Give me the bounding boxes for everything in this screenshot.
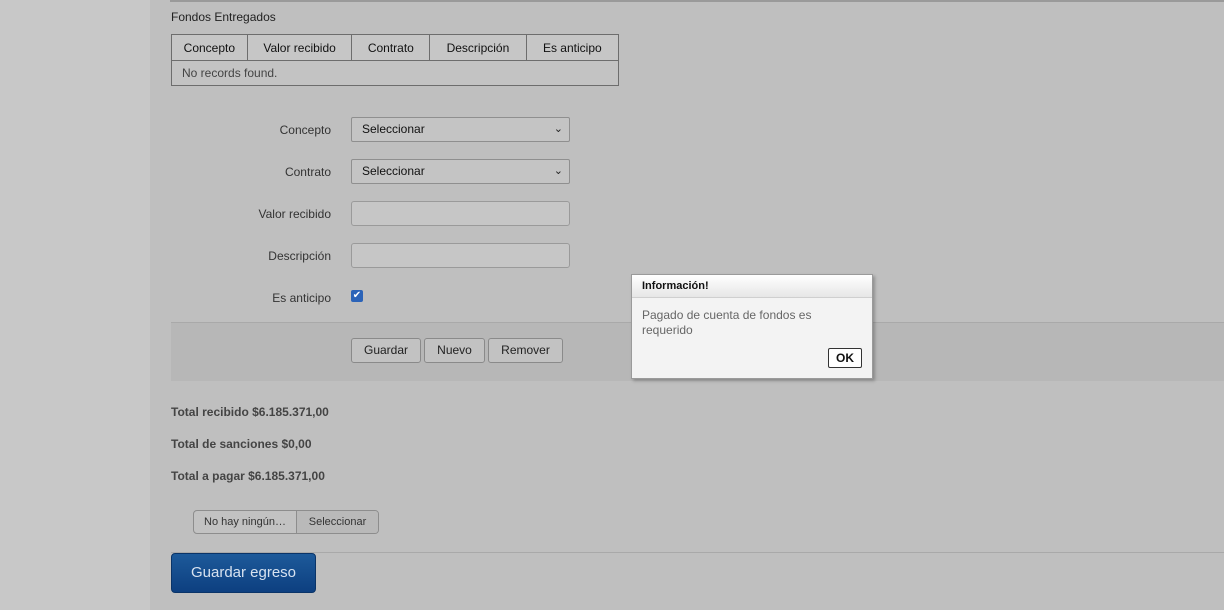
dialog-title: Información! bbox=[632, 275, 872, 298]
concepto-value: Seleccionar bbox=[362, 122, 425, 136]
section-title: Fondos Entregados bbox=[171, 10, 276, 24]
dialog-message: Pagado de cuenta de fondos es requerido bbox=[642, 308, 812, 337]
es-anticipo-label: Es anticipo bbox=[272, 291, 331, 305]
file-name: No hay ningún… bbox=[194, 511, 297, 533]
remover-button[interactable]: Remover bbox=[488, 338, 563, 363]
left-gutter bbox=[0, 0, 150, 610]
empty-message: No records found. bbox=[171, 60, 619, 86]
descripcion-input[interactable] bbox=[351, 243, 570, 268]
contrato-value: Seleccionar bbox=[362, 164, 425, 178]
file-select-button[interactable]: Seleccionar bbox=[297, 511, 378, 533]
fondos-table: Concepto Valor recibido Contrato Descrip… bbox=[171, 34, 620, 86]
valor-recibido-label: Valor recibido bbox=[258, 207, 331, 221]
info-dialog: Información! Pagado de cuenta de fondos … bbox=[631, 274, 873, 379]
concepto-select[interactable]: Seleccionar ⌄ bbox=[351, 117, 570, 142]
guardar-button[interactable]: Guardar bbox=[351, 338, 421, 363]
valor-recibido-input[interactable] bbox=[351, 201, 570, 226]
column-header[interactable]: Valor recibido bbox=[246, 34, 353, 61]
chevron-down-icon: ⌄ bbox=[553, 165, 563, 177]
ok-button[interactable]: OK bbox=[828, 348, 862, 368]
contrato-select[interactable]: Seleccionar ⌄ bbox=[351, 159, 570, 184]
checkmark-icon: ✔ bbox=[352, 290, 362, 301]
total-sanciones: Total de sanciones $0,00 bbox=[171, 437, 312, 451]
guardar-egreso-button[interactable]: Guardar egreso bbox=[171, 553, 316, 593]
table-row: No records found. bbox=[171, 60, 619, 86]
table-header-row: Concepto Valor recibido Contrato Descrip… bbox=[171, 34, 620, 61]
contrato-label: Contrato bbox=[284, 165, 331, 179]
top-divider bbox=[170, 0, 1224, 2]
total-a-pagar: Total a pagar $6.185.371,00 bbox=[171, 469, 325, 483]
concepto-label: Concepto bbox=[279, 123, 331, 137]
es-anticipo-checkbox[interactable]: ✔ bbox=[351, 290, 363, 302]
column-header[interactable]: Descripción bbox=[429, 34, 527, 61]
chevron-down-icon: ⌄ bbox=[553, 123, 563, 135]
file-picker[interactable]: No hay ningún… Seleccionar bbox=[193, 510, 379, 534]
column-header[interactable]: Concepto bbox=[171, 34, 248, 61]
nuevo-button[interactable]: Nuevo bbox=[424, 338, 485, 363]
descripcion-label: Descripción bbox=[268, 249, 331, 263]
total-recibido: Total recibido $6.185.371,00 bbox=[171, 405, 329, 419]
bottom-divider bbox=[171, 552, 1224, 553]
column-header[interactable]: Contrato bbox=[351, 34, 431, 61]
column-header[interactable]: Es anticipo bbox=[525, 34, 620, 61]
